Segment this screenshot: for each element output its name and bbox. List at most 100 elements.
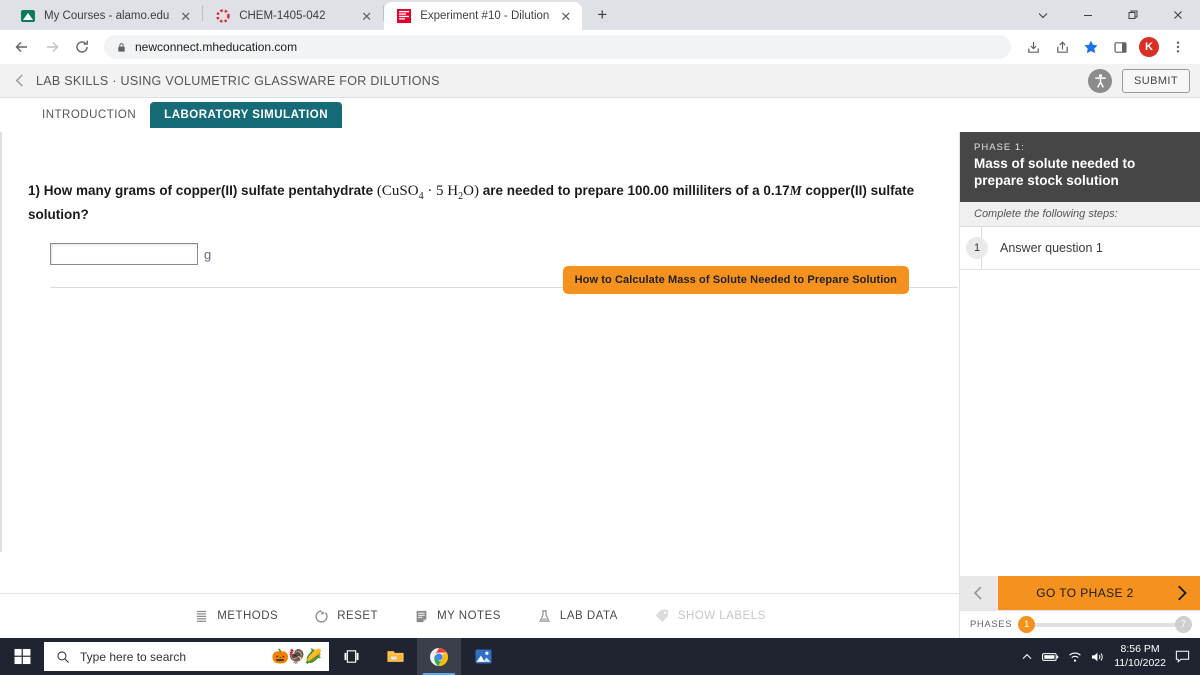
question-part1: How many grams of copper(II) sulfate pen… [43, 183, 374, 198]
address-bar[interactable]: newconnect.mheducation.com [104, 35, 1011, 59]
task-view-icon[interactable] [329, 638, 373, 675]
close-icon[interactable] [1155, 0, 1200, 30]
search-emoji: 🎃🦃🌽 [271, 648, 322, 664]
share-icon[interactable] [1048, 33, 1076, 61]
chemical-formula: (CuSO4 · 5 H2O) [376, 183, 479, 202]
phase-current-dot[interactable]: 1 [1018, 616, 1036, 633]
sidebar-icon[interactable] [1106, 33, 1134, 61]
lesson-tabs: INTRODUCTION LABORATORY SIMULATION [0, 98, 1200, 132]
address-bar-url: newconnect.mheducation.com [135, 40, 298, 54]
wifi-icon[interactable] [1068, 651, 1082, 663]
question-part2: are needed to prepare 100.00 milliliters… [482, 183, 790, 198]
chevron-down-icon[interactable] [1020, 0, 1065, 30]
browser-window: My Courses - alamo.edu ✕ CHEM-1405-042 ✕… [0, 0, 1200, 638]
tab-title: Experiment #10 - Dilution [420, 10, 550, 22]
chevron-left-icon[interactable] [8, 73, 32, 88]
window-controls [1020, 0, 1200, 30]
battery-icon[interactable] [1042, 651, 1059, 663]
taskbar-clock[interactable]: 8:56 PM 11/10/2022 [1114, 643, 1166, 670]
volume-icon[interactable] [1091, 651, 1105, 663]
browser-tab[interactable]: CHEM-1405-042 ✕ [203, 2, 384, 30]
question-text: 1) How many grams of copper(II) sulfate … [28, 180, 919, 225]
page-title: LAB SKILLS · USING VOLUMETRIC GLASSWARE … [36, 73, 440, 88]
windows-start-icon[interactable] [0, 638, 44, 675]
phase-label: PHASE 1: [974, 142, 1025, 153]
content-area: How to Calculate Mass of Solute Needed t… [0, 132, 1200, 638]
tool-label: RESET [337, 610, 379, 622]
phases-track[interactable]: 1 7 [1018, 616, 1192, 633]
tool-label: METHODS [217, 610, 279, 622]
reset-button[interactable]: RESET [314, 609, 378, 624]
hint-banner[interactable]: How to Calculate Mass of Solute Needed t… [562, 266, 909, 294]
header-actions: SUBMIT [1088, 68, 1190, 93]
phase-navigation: GO TO PHASE 2 [960, 576, 1200, 610]
reload-icon[interactable] [68, 33, 96, 61]
clock-time: 8:56 PM [1120, 642, 1160, 655]
minimize-icon[interactable] [1065, 0, 1110, 30]
tool-label: LAB DATA [559, 610, 618, 622]
browser-tab-active[interactable]: Experiment #10 - Dilution ✕ [384, 2, 583, 30]
phases-progress: PHASES 1 7 [960, 610, 1200, 638]
install-icon[interactable] [1019, 33, 1047, 61]
clock-date: 11/10/2022 [1114, 656, 1166, 669]
left-accent-line [0, 132, 2, 552]
notes-page-icon [416, 610, 427, 622]
profile-avatar[interactable]: K [1135, 33, 1163, 61]
forward-icon[interactable] [38, 33, 66, 61]
notification-icon[interactable] [1175, 650, 1190, 663]
show-labels-button[interactable]: SHOW LABELS [654, 608, 766, 624]
lesson-header: LAB SKILLS · USING VOLUMETRIC GLASSWARE … [0, 64, 1200, 98]
tool-label: MY NOTES [437, 610, 501, 622]
tag-label-icon [655, 609, 668, 622]
answer-row: g [50, 243, 919, 266]
phase-panel: PHASE 1: Mass of solute needed to prepar… [960, 132, 1200, 638]
new-tab-button[interactable]: + [588, 1, 616, 29]
methods-button[interactable]: METHODS [194, 609, 278, 624]
restore-icon[interactable] [1110, 0, 1155, 30]
reset-circle-icon [315, 609, 328, 623]
browser-tab[interactable]: My Courses - alamo.edu ✕ [8, 2, 203, 30]
chrome-icon[interactable] [417, 638, 461, 675]
tab-close-button[interactable]: ✕ [358, 8, 375, 25]
tab-close-button[interactable]: ✕ [177, 8, 194, 25]
chevron-up-icon[interactable] [1021, 651, 1033, 663]
lock-icon [118, 42, 125, 52]
bookmark-star-icon[interactable] [1077, 33, 1105, 61]
tab-close-button[interactable]: ✕ [557, 8, 574, 25]
next-phase-label: GO TO PHASE 2 [1036, 586, 1134, 600]
search-input[interactable]: Type here to search 🎃🦃🌽 [44, 642, 329, 671]
kebab-menu-icon[interactable] [1164, 33, 1192, 61]
answer-unit: g [204, 246, 212, 262]
question-number: 1) [28, 183, 41, 198]
tab-introduction[interactable]: INTRODUCTION [28, 102, 150, 128]
flask-icon [539, 609, 550, 622]
step-item[interactable]: 1 Answer question 1 [960, 226, 1200, 270]
molarity-symbol: M [789, 183, 802, 198]
search-placeholder: Type here to search [80, 649, 187, 664]
phase-header: PHASE 1: Mass of solute needed to prepar… [960, 132, 1200, 202]
my-notes-button[interactable]: MY NOTES [414, 609, 501, 624]
file-explorer-icon[interactable] [373, 638, 417, 675]
mcgraw-hill-icon [397, 9, 412, 23]
tool-label: SHOW LABELS [677, 610, 766, 622]
tool-bar: METHODS RESET MY NOTES LAB DATA SHOW LAB… [0, 593, 960, 638]
accessibility-person-icon[interactable] [1088, 68, 1113, 93]
step-label: Answer question 1 [1000, 240, 1103, 255]
photos-icon[interactable] [461, 638, 505, 675]
submit-button[interactable]: SUBMIT [1122, 68, 1190, 93]
steps-intro: Complete the following steps: [960, 201, 1200, 227]
lab-data-button[interactable]: LAB DATA [537, 609, 618, 624]
previous-phase-button[interactable] [960, 576, 998, 610]
phase-total-dot[interactable]: 7 [1175, 616, 1192, 633]
phases-label: PHASES [970, 619, 1013, 630]
step-number: 1 [966, 236, 988, 259]
avatar: K [1139, 37, 1159, 57]
go-to-phase-2-button[interactable]: GO TO PHASE 2 [998, 576, 1200, 610]
system-tray: 8:56 PM 11/10/2022 [1021, 643, 1200, 670]
web-page: LAB SKILLS · USING VOLUMETRIC GLASSWARE … [0, 64, 1200, 638]
tab-laboratory-simulation[interactable]: LABORATORY SIMULATION [150, 102, 343, 128]
simulation-pane: How to Calculate Mass of Solute Needed t… [0, 132, 960, 638]
answer-input[interactable] [50, 243, 198, 266]
question-block: 1) How many grams of copper(II) sulfate … [0, 132, 959, 289]
back-icon[interactable] [8, 33, 36, 61]
